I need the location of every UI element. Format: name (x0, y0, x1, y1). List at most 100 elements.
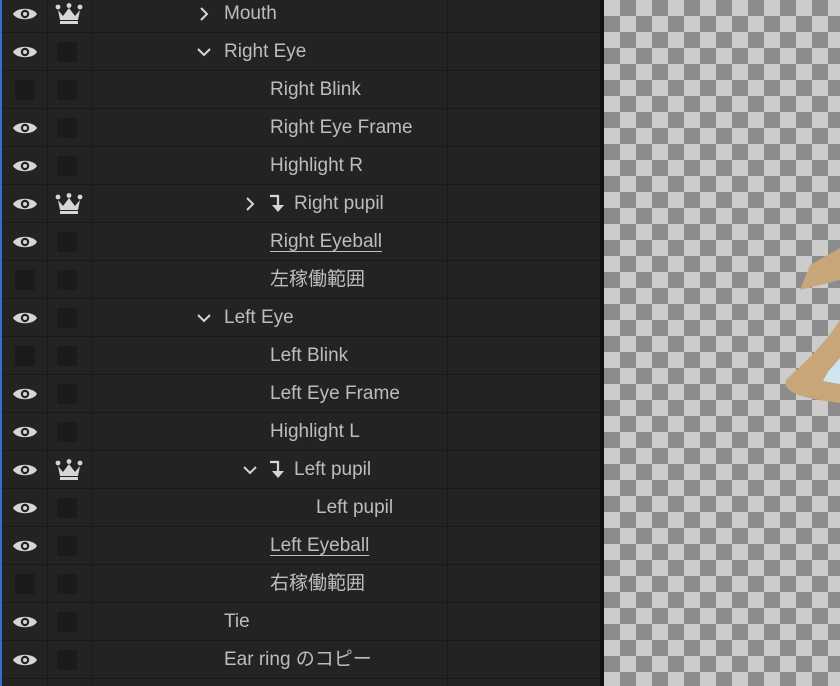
layer-name-cell[interactable]: Left pupil (92, 451, 448, 488)
layer-name: Right pupil (294, 193, 384, 214)
layer-row[interactable]: Left Eyeball (2, 527, 600, 565)
crown-toggle[interactable] (48, 185, 92, 222)
layer-name-cell[interactable]: Left Eye (92, 299, 448, 336)
layer-name-cell[interactable]: 左稼働範囲 (92, 261, 448, 298)
layer-name-cell[interactable]: Left Eye Frame (92, 375, 448, 412)
layer-row[interactable]: 右稼働範囲 (2, 565, 600, 603)
crown-toggle[interactable] (48, 71, 92, 108)
crown-off-box (57, 156, 77, 176)
chevron-right-icon[interactable] (196, 6, 212, 22)
layer-row[interactable]: Left pupil (2, 489, 600, 527)
crown-icon (55, 193, 83, 220)
layer-row[interactable]: Left pupil (2, 451, 600, 489)
layer-name-cell[interactable]: Right pupil (92, 185, 448, 222)
layer-row[interactable]: Right pupil (2, 185, 600, 223)
layer-name-cell[interactable]: Right Eyeball (92, 223, 448, 260)
visibility-toggle[interactable] (2, 641, 48, 678)
visibility-toggle[interactable] (2, 261, 48, 298)
layer-name-cell[interactable]: Right Blink (92, 71, 448, 108)
layer-row[interactable]: 左稼働範囲 (2, 261, 600, 299)
crown-toggle[interactable] (48, 641, 92, 678)
chevron-down-icon[interactable] (196, 310, 212, 326)
visibility-toggle[interactable] (2, 451, 48, 488)
layer-name-cell[interactable]: 右稼働範囲 (92, 565, 448, 602)
layer-row[interactable]: Mouth (2, 0, 600, 33)
visibility-toggle[interactable] (2, 185, 48, 222)
crown-toggle[interactable] (48, 223, 92, 260)
visibility-toggle[interactable] (2, 527, 48, 564)
layer-row[interactable]: Right Eye Frame (2, 109, 600, 147)
layer-row[interactable]: Left Blink (2, 337, 600, 375)
visibility-toggle[interactable] (2, 413, 48, 450)
layer-row[interactable]: Highlight R (2, 147, 600, 185)
crown-off-box (57, 574, 77, 594)
visibility-toggle[interactable] (2, 489, 48, 526)
visibility-toggle[interactable] (2, 223, 48, 260)
visibility-toggle[interactable] (2, 603, 48, 640)
layer-row[interactable]: Right Eye (2, 33, 600, 71)
eye-icon (12, 308, 38, 333)
visibility-toggle[interactable] (2, 299, 48, 336)
layer-name-cell[interactable]: Tie (92, 603, 448, 640)
crown-off-box (57, 42, 77, 62)
layer-name-cell[interactable]: Highlight L (92, 413, 448, 450)
layer-row-partial[interactable] (2, 679, 600, 686)
crown-toggle[interactable] (48, 0, 92, 32)
chevron-right-icon[interactable] (242, 196, 258, 212)
layer-name: Right Eye Frame (270, 117, 413, 138)
layer-name-cell[interactable]: Right Eye (92, 33, 448, 70)
crown-toggle[interactable] (48, 375, 92, 412)
visibility-toggle[interactable] (2, 147, 48, 184)
visibility-toggle[interactable] (2, 337, 48, 374)
crown-off-box (57, 232, 77, 252)
canvas-preview[interactable] (604, 0, 840, 686)
chevron-down-icon[interactable] (196, 44, 212, 60)
crown-toggle[interactable] (48, 109, 92, 146)
crown-off-box (57, 118, 77, 138)
crown-toggle[interactable] (48, 413, 92, 450)
crown-toggle[interactable] (48, 527, 92, 564)
layer-extra-cell (448, 527, 600, 564)
layer-row[interactable]: Left Eye Frame (2, 375, 600, 413)
visibility-toggle[interactable] (2, 375, 48, 412)
eye-icon (12, 118, 38, 143)
crown-toggle[interactable] (48, 33, 92, 70)
layer-name-cell[interactable]: Left Blink (92, 337, 448, 374)
crown-toggle[interactable] (48, 451, 92, 488)
chevron-down-icon[interactable] (242, 462, 258, 478)
layer-row[interactable]: Right Eyeball (2, 223, 600, 261)
layer-row[interactable]: Tie (2, 603, 600, 641)
visibility-toggle[interactable] (2, 71, 48, 108)
visibility-toggle[interactable] (2, 33, 48, 70)
eye-icon (12, 498, 38, 523)
layer-name-cell[interactable]: Right Eye Frame (92, 109, 448, 146)
layer-name: Tie (224, 611, 250, 632)
crown-toggle[interactable] (48, 565, 92, 602)
layer-name-cell[interactable]: Highlight R (92, 147, 448, 184)
crown-toggle[interactable] (48, 489, 92, 526)
partial-cell (92, 679, 448, 686)
layer-row[interactable]: Right Blink (2, 71, 600, 109)
crown-toggle[interactable] (48, 147, 92, 184)
visibility-off-box (15, 270, 35, 290)
layer-name-cell[interactable]: Mouth (92, 0, 448, 32)
layer-name-cell[interactable]: Left pupil (92, 489, 448, 526)
crown-off-box (57, 270, 77, 290)
crown-toggle[interactable] (48, 603, 92, 640)
layer-name-cell[interactable]: Ear ring のコピー (92, 641, 448, 678)
layer-name-cell[interactable]: Left Eyeball (92, 527, 448, 564)
visibility-toggle[interactable] (2, 0, 48, 32)
visibility-toggle[interactable] (2, 109, 48, 146)
layer-row[interactable]: Ear ring のコピー (2, 641, 600, 679)
layer-row[interactable]: Left Eye (2, 299, 600, 337)
partial-cell (2, 679, 48, 686)
layer-extra-cell (448, 489, 600, 526)
layer-row[interactable]: Highlight L (2, 413, 600, 451)
crown-toggle[interactable] (48, 261, 92, 298)
crown-toggle[interactable] (48, 337, 92, 374)
visibility-toggle[interactable] (2, 565, 48, 602)
layer-name: Highlight R (270, 155, 363, 176)
clipping-arrow-icon (268, 194, 286, 214)
layer-name: Highlight L (270, 421, 360, 442)
crown-toggle[interactable] (48, 299, 92, 336)
